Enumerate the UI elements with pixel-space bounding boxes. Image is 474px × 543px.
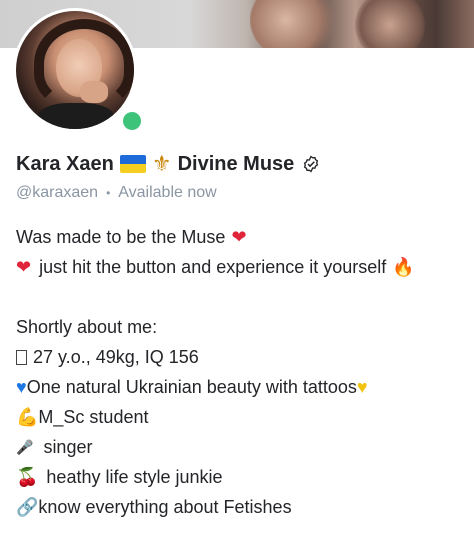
bio-text: just hit the button and experience it yo… bbox=[39, 257, 387, 277]
bio-line: Was made to be the Muse ❤ bbox=[16, 222, 466, 252]
bio-text: Was made to be the Muse bbox=[16, 227, 226, 247]
avatar-image[interactable] bbox=[16, 11, 134, 129]
avatar[interactable] bbox=[13, 8, 144, 133]
yellow-heart-icon: ♥ bbox=[356, 377, 368, 397]
bio-line: 27 y.o., 49kg, IQ 156 bbox=[16, 342, 466, 372]
availability-status: Available now bbox=[118, 184, 217, 201]
bio-text: One natural Ukrainian beauty with tattoo… bbox=[26, 377, 357, 397]
blue-heart-icon: ♥ bbox=[16, 377, 27, 397]
fleur-de-lis-icon: ⚜ bbox=[151, 151, 172, 176]
bio-line: 🎤 singer bbox=[16, 432, 466, 462]
bio-line: 💪 M_Sc student bbox=[16, 402, 466, 432]
cherries-icon: 🍒 bbox=[16, 467, 39, 487]
profile-bio: Was made to be the Muse ❤ ❤ just hit the… bbox=[16, 222, 466, 522]
fire-icon: 🔥 bbox=[392, 257, 415, 277]
bio-line: 🔗 know everything about Fetishes bbox=[16, 492, 466, 522]
bio-line: ♥ One natural Ukrainian beauty with tatt… bbox=[16, 372, 466, 402]
bio-text: Shortly about me: bbox=[16, 317, 158, 337]
mechanical-arm-icon: 💪 bbox=[16, 407, 39, 427]
link-icon: 🔗 bbox=[16, 497, 39, 517]
bio-text: singer bbox=[43, 437, 93, 457]
handle-row: @karaxaen • Available now bbox=[16, 184, 217, 202]
separator-dot: • bbox=[106, 186, 111, 200]
heart-icon: ❤ bbox=[16, 257, 32, 277]
missing-glyph-icon bbox=[16, 349, 27, 365]
bio-text: 27 y.o., 49kg, IQ 156 bbox=[33, 347, 199, 367]
profile-handle[interactable]: @karaxaen bbox=[16, 184, 98, 202]
bio-text: know everything about Fetishes bbox=[38, 497, 292, 517]
bio-text: M_Sc student bbox=[38, 407, 149, 427]
bio-line: 🍒 heathy life style junkie bbox=[16, 462, 466, 492]
profile-name: Kara Xaen bbox=[16, 152, 114, 175]
microphone-icon: 🎤 bbox=[16, 439, 34, 455]
heart-icon: ❤ bbox=[231, 227, 247, 247]
profile-name-row: Kara Xaen ⚜ Divine Muse bbox=[16, 150, 320, 178]
bio-text: heathy life style junkie bbox=[46, 467, 223, 487]
profile-title-suffix: Divine Muse bbox=[177, 152, 295, 175]
online-status-dot bbox=[120, 109, 144, 133]
bio-line: ❤ just hit the button and experience it … bbox=[16, 252, 466, 282]
ukraine-flag-icon bbox=[119, 155, 146, 173]
bio-line: Shortly about me: bbox=[16, 312, 466, 342]
verified-badge-icon bbox=[304, 155, 319, 173]
